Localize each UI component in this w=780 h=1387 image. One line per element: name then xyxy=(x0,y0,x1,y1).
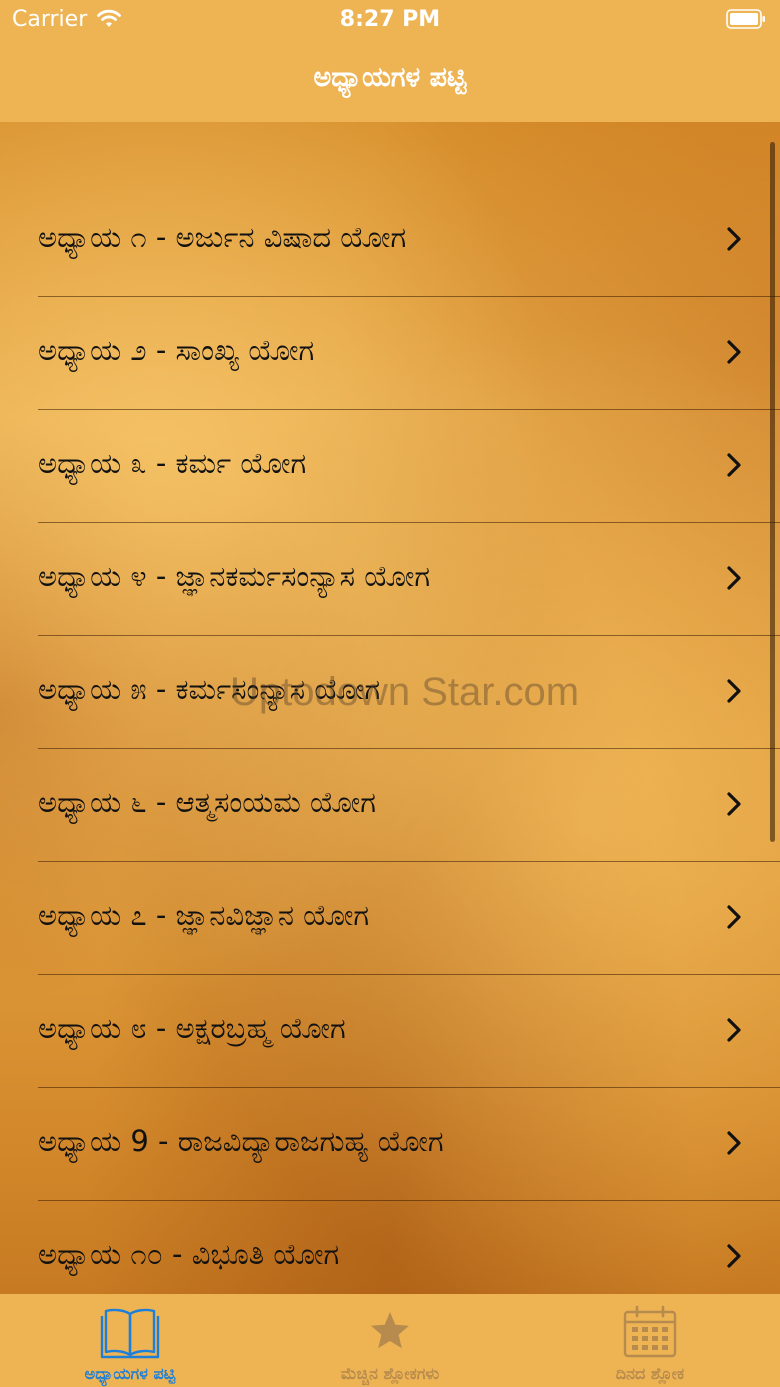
chevron-right-icon xyxy=(727,453,741,477)
tab-favorite-shlokas[interactable]: ಮೆಚ್ಚಿನ ಶ್ಲೋಕಗಳು xyxy=(260,1294,520,1387)
tab-label: ದಿನದ ಶ್ಲೋಕ xyxy=(615,1364,685,1383)
star-icon xyxy=(371,1312,409,1349)
tab-label: ಅಧ್ಯಾಯಗಳ ಪಟ್ಟಿ xyxy=(84,1364,176,1383)
tab-daily-shloka[interactable]: ದಿನದ ಶ್ಲೋಕ xyxy=(520,1294,780,1387)
chapter-item[interactable]: ಅಧ್ಯಾಯ ೧ - ಅರ್ಜುನ ವಿಷಾದ ಯೋಗ xyxy=(0,184,780,297)
tab-label: ಮೆಚ್ಚಿನ ಶ್ಲೋಕಗಳು xyxy=(340,1364,440,1383)
chapter-item[interactable]: ಅಧ್ಯಾಯ 9 - ರಾಜವಿದ್ಯಾರಾಜಗುಹ್ಯ ಯೋಗ xyxy=(0,1088,780,1201)
chapter-label: ಅಧ್ಯಾಯ ೧ - ಅರ್ಜುನ ವಿಷಾದ ಯೋಗ xyxy=(38,220,407,254)
battery-icon xyxy=(726,9,765,29)
chevron-right-icon xyxy=(727,792,741,816)
chevron-right-icon xyxy=(727,1131,741,1155)
scroll-indicator[interactable] xyxy=(770,142,775,842)
chapter-item[interactable]: ಅಧ್ಯಾಯ ೧೦ - ವಿಭೂತಿ ಯೋಗ xyxy=(0,1201,780,1294)
navigation-bar: ಅಧ್ಯಾಯಗಳ ಪಟ್ಟಿ xyxy=(0,40,780,122)
watermark-text: Uptodown Star.com xyxy=(230,670,580,714)
chapter-label: ಅಧ್ಯಾಯ ೮ - ಅಕ್ಷರಬ್ರಹ್ಮ ಯೋಗ xyxy=(38,1011,346,1045)
chapter-label: ಅಧ್ಯಾಯ ೪ - ಜ್ಞಾನಕರ್ಮಸಂನ್ಯಾಸ ಯೋಗ xyxy=(38,559,431,593)
status-bar: Carrier 8:27 PM xyxy=(0,0,780,40)
status-time: 8:27 PM xyxy=(339,7,441,32)
chapter-item[interactable]: ಅಧ್ಯಾಯ ೭ - ಜ್ಞಾನವಿಜ್ಞಾನ ಯೋಗ xyxy=(0,862,780,975)
chapter-label: ಅಧ್ಯಾಯ 9 - ರಾಜವಿದ್ಯಾರಾಜಗುಹ್ಯ ಯೋಗ xyxy=(38,1124,444,1158)
chapter-label: ಅಧ್ಯಾಯ ೭ - ಜ್ಞಾನವಿಜ್ಞಾನ ಯೋಗ xyxy=(38,898,370,932)
tab-bar: ಅಧ್ಯಾಯಗಳ ಪಟ್ಟಿ ಮೆಚ್ಚಿನ ಶ್ಲೋಕಗಳು ದಿನದ ಶ್ಲ… xyxy=(0,1294,780,1387)
chapter-label: ಅಧ್ಯಾಯ ೩ - ಕರ್ಮ ಯೋಗ xyxy=(38,446,307,480)
chapter-item[interactable]: ಅಧ್ಯಾಯ ೨ - ಸಾಂಖ್ಯ ಯೋಗ xyxy=(0,297,780,410)
chevron-right-icon xyxy=(727,227,741,251)
chevron-right-icon xyxy=(727,679,741,703)
chevron-right-icon xyxy=(727,340,741,364)
chevron-right-icon xyxy=(727,1244,741,1268)
calendar-icon xyxy=(623,1305,677,1358)
chapter-label: ಅಧ್ಯಾಯ ೬ - ಆತ್ಮಸಂಯಮ ಯೋಗ xyxy=(38,785,376,819)
chevron-right-icon xyxy=(727,1018,741,1042)
chapter-item[interactable]: ಅಧ್ಯಾಯ ೮ - ಅಕ್ಷರಬ್ರಹ್ಮ ಯೋಗ xyxy=(0,975,780,1088)
chapter-item[interactable]: ಅಧ್ಯಾಯ ೬ - ಆತ್ಮಸಂಯಮ ಯೋಗ xyxy=(0,749,780,862)
chapter-item[interactable]: ಅಧ್ಯಾಯ ೩ - ಕರ್ಮ ಯೋಗ xyxy=(0,410,780,523)
chapter-list-container[interactable]: ಅಧ್ಯಾಯ ೧ - ಅರ್ಜುನ ವಿಷಾದ ಯೋಗ ಅಧ್ಯಾಯ ೨ - ಸ… xyxy=(0,122,780,1294)
chapter-label: ಅಧ್ಯಾಯ ೨ - ಸಾಂಖ್ಯ ಯೋಗ xyxy=(38,333,315,367)
tab-chapter-list[interactable]: ಅಧ್ಯಾಯಗಳ ಪಟ್ಟಿ xyxy=(0,1294,260,1387)
chevron-right-icon xyxy=(727,566,741,590)
book-icon xyxy=(100,1308,160,1359)
chapter-item[interactable]: ಅಧ್ಯಾಯ ೪ - ಜ್ಞಾನಕರ್ಮಸಂನ್ಯಾಸ ಯೋಗ xyxy=(0,523,780,636)
chapter-label: ಅಧ್ಯಾಯ ೧೦ - ವಿಭೂತಿ ಯೋಗ xyxy=(38,1237,340,1271)
page-title: ಅಧ್ಯಾಯಗಳ ಪಟ್ಟಿ xyxy=(313,62,467,93)
chevron-right-icon xyxy=(727,905,741,929)
